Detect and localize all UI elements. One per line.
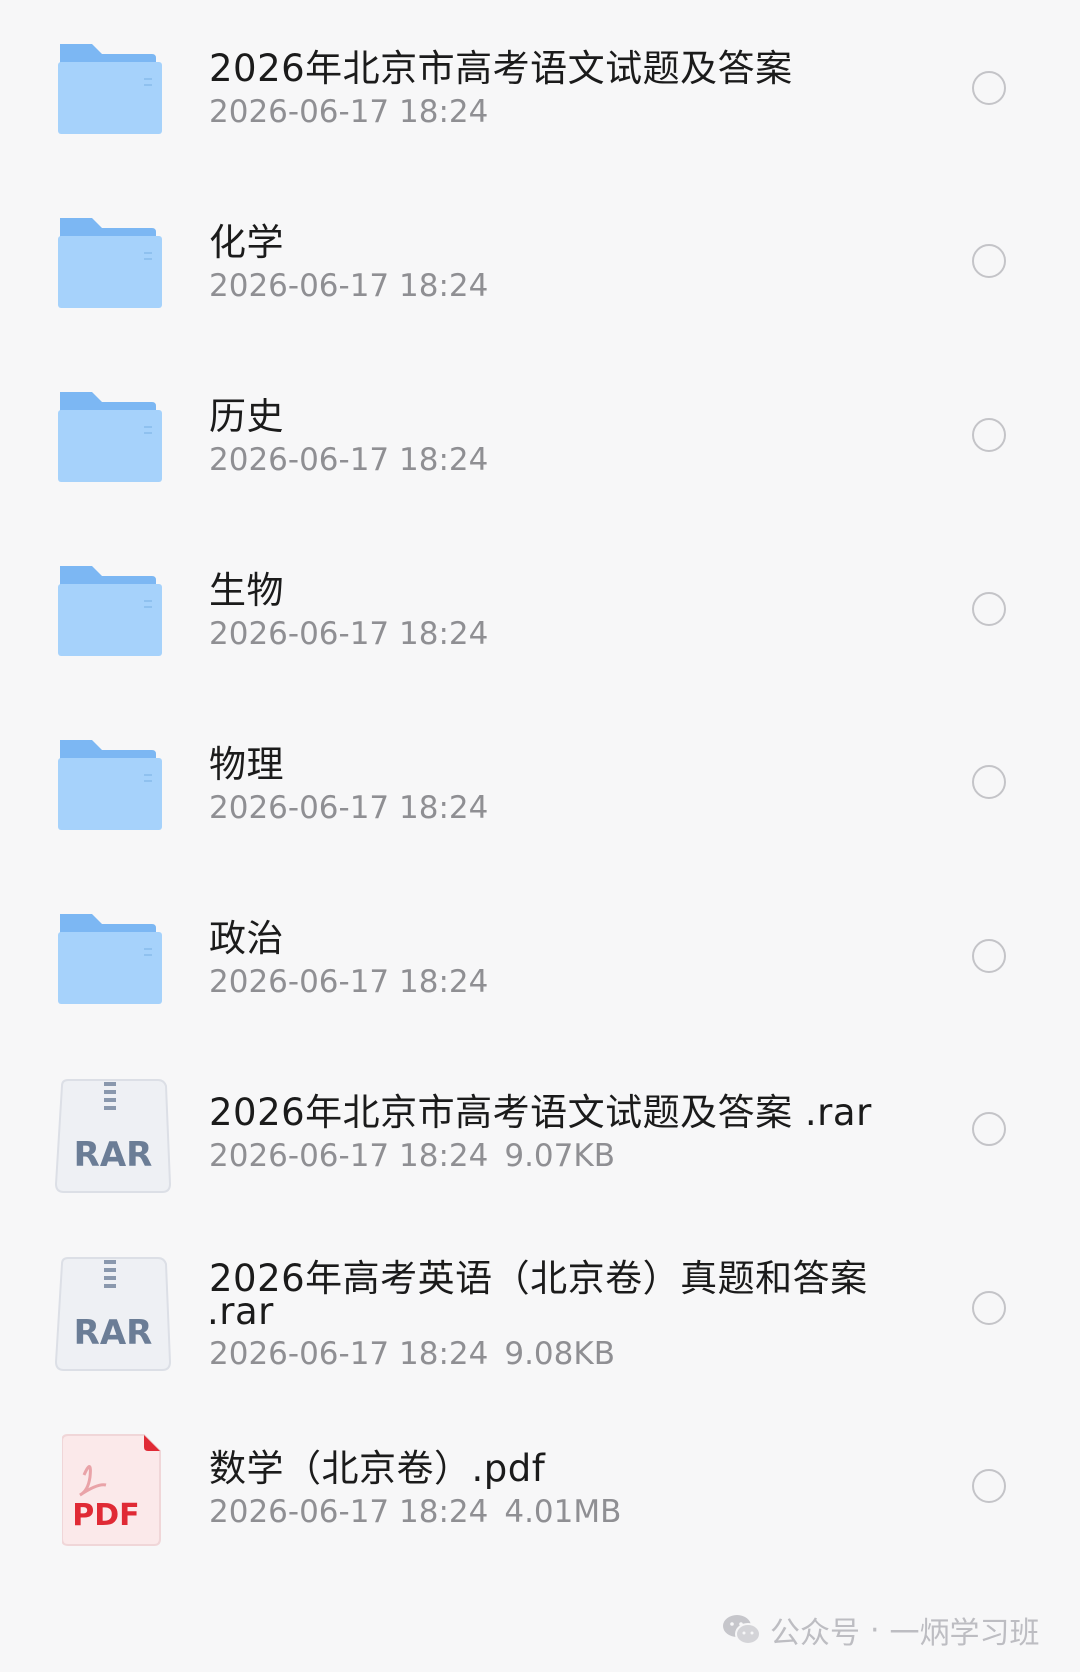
watermark-separator: · <box>870 1612 880 1648</box>
pdf-icon-label: PDF <box>72 1498 139 1533</box>
file-date-text: 2026-06-17 18:24 <box>209 1494 489 1530</box>
select-radio[interactable] <box>972 592 1006 626</box>
file-name: 数学（北京卷）.pdf <box>209 1447 546 1490</box>
folder-icon <box>58 44 162 134</box>
select-radio[interactable] <box>972 765 1006 799</box>
file-name: 生物 <box>209 569 284 612</box>
pdf-file-icon: PDF <box>62 1434 161 1546</box>
folder-icon <box>58 392 162 482</box>
file-date-text: 2026-06-17 18:24 <box>209 616 489 652</box>
select-radio[interactable] <box>972 244 1006 278</box>
file-name: 化学 <box>209 221 284 264</box>
file-name: 2026年北京市高考语文试题及答案 <box>209 47 793 90</box>
file-name: 2026年高考英语（北京卷）真题和答案 <box>209 1257 868 1300</box>
file-date: 2026-06-17 18:24 <box>209 268 488 304</box>
file-name: 2026年北京市高考语文试题及答案 .rar <box>209 1091 872 1134</box>
file-date-text: 2026-06-17 18:24 <box>209 1138 489 1174</box>
folder-icon <box>58 566 162 656</box>
select-radio[interactable] <box>972 939 1006 973</box>
watermark: 公众号 · 一炳学习班 <box>722 1608 1040 1652</box>
watermark-label: 公众号 <box>770 1616 860 1651</box>
file-name: 历史 <box>209 395 284 438</box>
file-meta: 2026-06-17 18:24 9.07KB <box>209 1138 615 1174</box>
file-meta: 2026-06-17 18:24 4.01MB <box>209 1494 621 1530</box>
folder-icon <box>58 218 162 308</box>
rar-archive-icon: RAR <box>54 1079 172 1193</box>
file-size: 4.01MB <box>504 1494 622 1530</box>
file-date: 2026-06-17 18:24 <box>209 964 488 1000</box>
file-list: 2026年北京市高考语文试题及答案 2026-06-17 18:24 化学 20… <box>0 0 1080 1672</box>
file-name: 政治 <box>209 917 284 960</box>
file-date-text: 2026-06-17 18:24 <box>209 964 489 1000</box>
file-date-text: 2026-06-17 18:24 <box>209 94 489 130</box>
file-date: 2026-06-17 18:24 <box>209 790 488 826</box>
rar-icon-label: RAR <box>74 1135 153 1175</box>
select-radio[interactable] <box>972 1112 1006 1146</box>
select-radio[interactable] <box>972 418 1006 452</box>
file-date-text: 2026-06-17 18:24 <box>209 790 489 826</box>
file-meta: 2026-06-17 18:24 9.08KB <box>209 1336 615 1372</box>
file-date: 2026-06-17 18:24 <box>209 94 488 130</box>
wechat-icon <box>723 1615 761 1645</box>
file-date: 2026-06-17 18:24 <box>209 442 488 478</box>
watermark-account-name: 一炳学习班 <box>889 1616 1040 1651</box>
file-size: 9.08KB <box>504 1336 615 1372</box>
select-radio[interactable] <box>972 1469 1006 1503</box>
file-name-continued: .rar <box>207 1290 274 1333</box>
file-name: 物理 <box>209 743 284 786</box>
file-size: 9.07KB <box>504 1138 615 1174</box>
file-date-text: 2026-06-17 18:24 <box>209 1336 489 1372</box>
file-date: 2026-06-17 18:24 <box>209 616 488 652</box>
file-date-text: 2026-06-17 18:24 <box>209 442 489 478</box>
file-date-text: 2026-06-17 18:24 <box>209 268 489 304</box>
select-radio[interactable] <box>972 71 1006 105</box>
folder-icon <box>58 740 162 830</box>
select-radio[interactable] <box>972 1291 1006 1325</box>
rar-archive-icon: RAR <box>54 1257 172 1371</box>
folder-icon <box>58 914 162 1004</box>
rar-icon-label: RAR <box>74 1313 153 1353</box>
